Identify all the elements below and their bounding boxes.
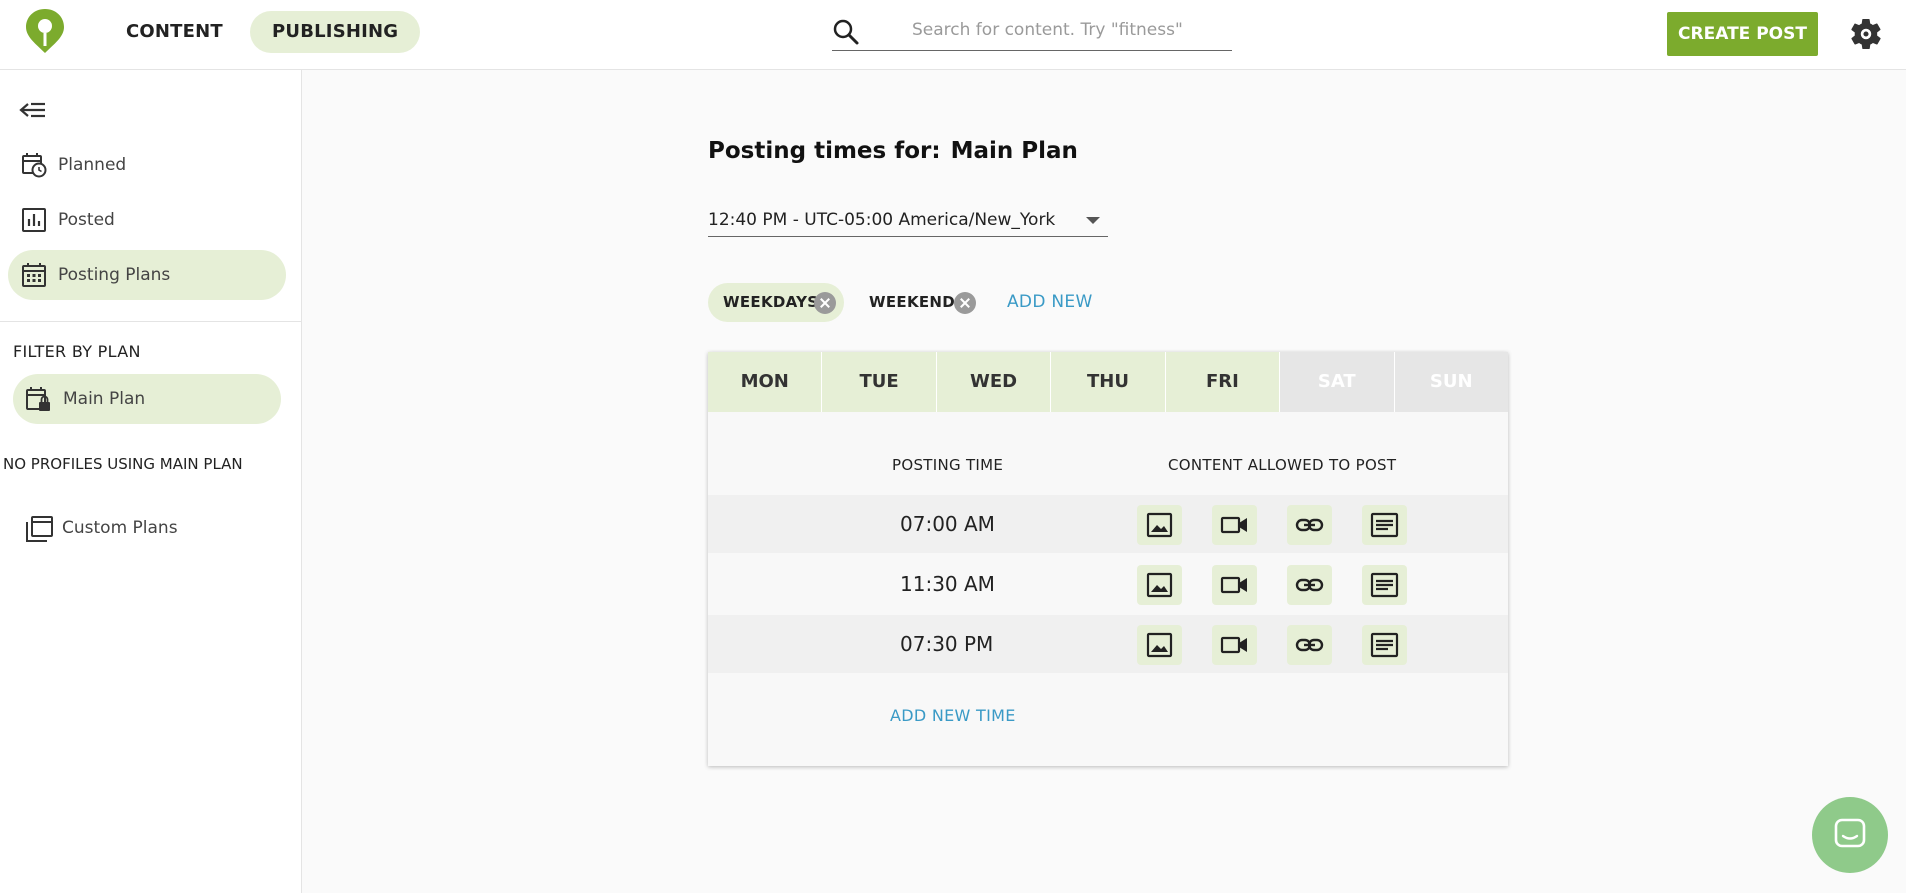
image-toggle[interactable] — [1137, 565, 1182, 605]
posting-time[interactable]: 07:30 PM — [900, 615, 993, 673]
sidebar-item-label: Posting Plans — [58, 265, 171, 285]
column-header-posting-time: POSTING TIME — [892, 456, 1004, 474]
day-thu[interactable]: THU — [1051, 352, 1166, 412]
day-tabs: MON TUE WED THU FRI SAT SUN — [708, 352, 1508, 412]
column-header-content: CONTENT ALLOWED TO POST — [1168, 456, 1397, 474]
plan-item-main[interactable]: Main Plan — [13, 374, 281, 424]
plan-item-label: Main Plan — [63, 389, 146, 409]
link-icon — [1295, 518, 1324, 532]
add-new-button[interactable]: ADD NEW — [1007, 292, 1093, 312]
posting-time[interactable]: 07:00 AM — [900, 495, 995, 553]
text-toggle[interactable] — [1362, 565, 1407, 605]
page-title: Posting times for: Main Plan — [708, 138, 1078, 164]
posting-time[interactable]: 11:30 AM — [900, 555, 995, 613]
chat-launcher[interactable] — [1812, 797, 1888, 873]
table-row: 07:00 AM — [708, 495, 1508, 553]
day-wed[interactable]: WED — [936, 352, 1052, 412]
sidebar-item-planned[interactable]: Planned — [8, 140, 286, 190]
sidebar-item-posting-plans[interactable]: Posting Plans — [8, 250, 286, 300]
video-icon — [1220, 636, 1247, 654]
sidebar-item-label: Planned — [58, 155, 127, 175]
table-row: 07:30 PM — [708, 615, 1508, 673]
video-icon — [1220, 516, 1247, 534]
top-bar: CONTENT PUBLISHING CREATE POST — [0, 0, 1906, 70]
sidebar-item-posted[interactable]: Posted — [8, 195, 286, 245]
image-icon — [1146, 632, 1173, 658]
link-icon — [1295, 638, 1324, 652]
page-title-prefix: Posting times for: — [708, 138, 941, 164]
calendar-lock-icon — [26, 387, 50, 411]
chip-label: WEEKDAYS — [723, 293, 819, 311]
text-toggle[interactable] — [1362, 505, 1407, 545]
video-toggle[interactable] — [1212, 505, 1257, 545]
day-mon[interactable]: MON — [708, 352, 823, 412]
chip-label: WEEKENDS — [869, 293, 967, 311]
tab-content[interactable]: CONTENT — [104, 11, 245, 53]
close-icon[interactable] — [814, 292, 836, 314]
video-toggle[interactable] — [1212, 565, 1257, 605]
search-icon[interactable] — [832, 18, 860, 46]
image-toggle[interactable] — [1137, 505, 1182, 545]
chip-weekends[interactable]: WEEKENDS — [854, 283, 984, 322]
calendar-clock-icon — [22, 153, 47, 178]
link-toggle[interactable] — [1287, 625, 1332, 665]
video-icon — [1220, 576, 1247, 594]
close-icon[interactable] — [954, 292, 976, 314]
search-input[interactable] — [912, 12, 1222, 48]
sidebar-item-label: Posted — [58, 210, 115, 230]
text-toggle[interactable] — [1362, 625, 1407, 665]
chevron-down-icon — [1086, 217, 1100, 224]
tab-publishing[interactable]: PUBLISHING — [250, 11, 421, 53]
link-toggle[interactable] — [1287, 565, 1332, 605]
create-post-button[interactable]: CREATE POST — [1667, 12, 1818, 56]
add-new-time-button[interactable]: ADD NEW TIME — [890, 706, 1016, 725]
video-toggle[interactable] — [1212, 625, 1257, 665]
timezone-value: 12:40 PM - UTC-05:00 America/New_York — [708, 210, 1056, 230]
day-fri[interactable]: FRI — [1165, 352, 1281, 412]
calendar-icon — [22, 263, 46, 287]
collapse-icon[interactable] — [18, 98, 48, 122]
chip-weekdays[interactable]: WEEKDAYS — [708, 283, 844, 322]
schedule-card: MON TUE WED THU FRI SAT SUN POSTING TIME… — [708, 352, 1508, 766]
day-sat[interactable]: SAT — [1280, 352, 1395, 412]
custom-plans-label: Custom Plans — [62, 518, 178, 538]
image-icon — [1146, 572, 1173, 598]
page-title-plan: Main Plan — [950, 138, 1078, 164]
image-toggle[interactable] — [1137, 625, 1182, 665]
image-icon — [1146, 512, 1173, 538]
text-icon — [1370, 512, 1399, 538]
chat-icon — [1834, 818, 1866, 848]
link-toggle[interactable] — [1287, 505, 1332, 545]
sidebar: Planned Posted Posting Plans FILTER BY P… — [0, 70, 302, 893]
link-icon — [1295, 578, 1324, 592]
filter-title: FILTER BY PLAN — [13, 342, 141, 361]
search-bar — [832, 12, 1232, 51]
day-tue[interactable]: TUE — [822, 352, 937, 412]
logo-icon[interactable] — [22, 6, 68, 56]
table-row: 11:30 AM — [708, 555, 1508, 613]
timezone-select[interactable]: 12:40 PM - UTC-05:00 America/New_York — [708, 205, 1108, 237]
text-icon — [1370, 632, 1399, 658]
sidebar-item-custom-plans[interactable]: Custom Plans — [12, 503, 292, 553]
chart-icon — [22, 208, 46, 232]
sidebar-divider — [0, 321, 302, 322]
calendars-icon — [26, 516, 53, 542]
no-profiles-text: NO PROFILES USING MAIN PLAN — [3, 455, 243, 473]
gear-icon[interactable] — [1848, 16, 1884, 52]
text-icon — [1370, 572, 1399, 598]
day-sun[interactable]: SUN — [1394, 352, 1508, 412]
